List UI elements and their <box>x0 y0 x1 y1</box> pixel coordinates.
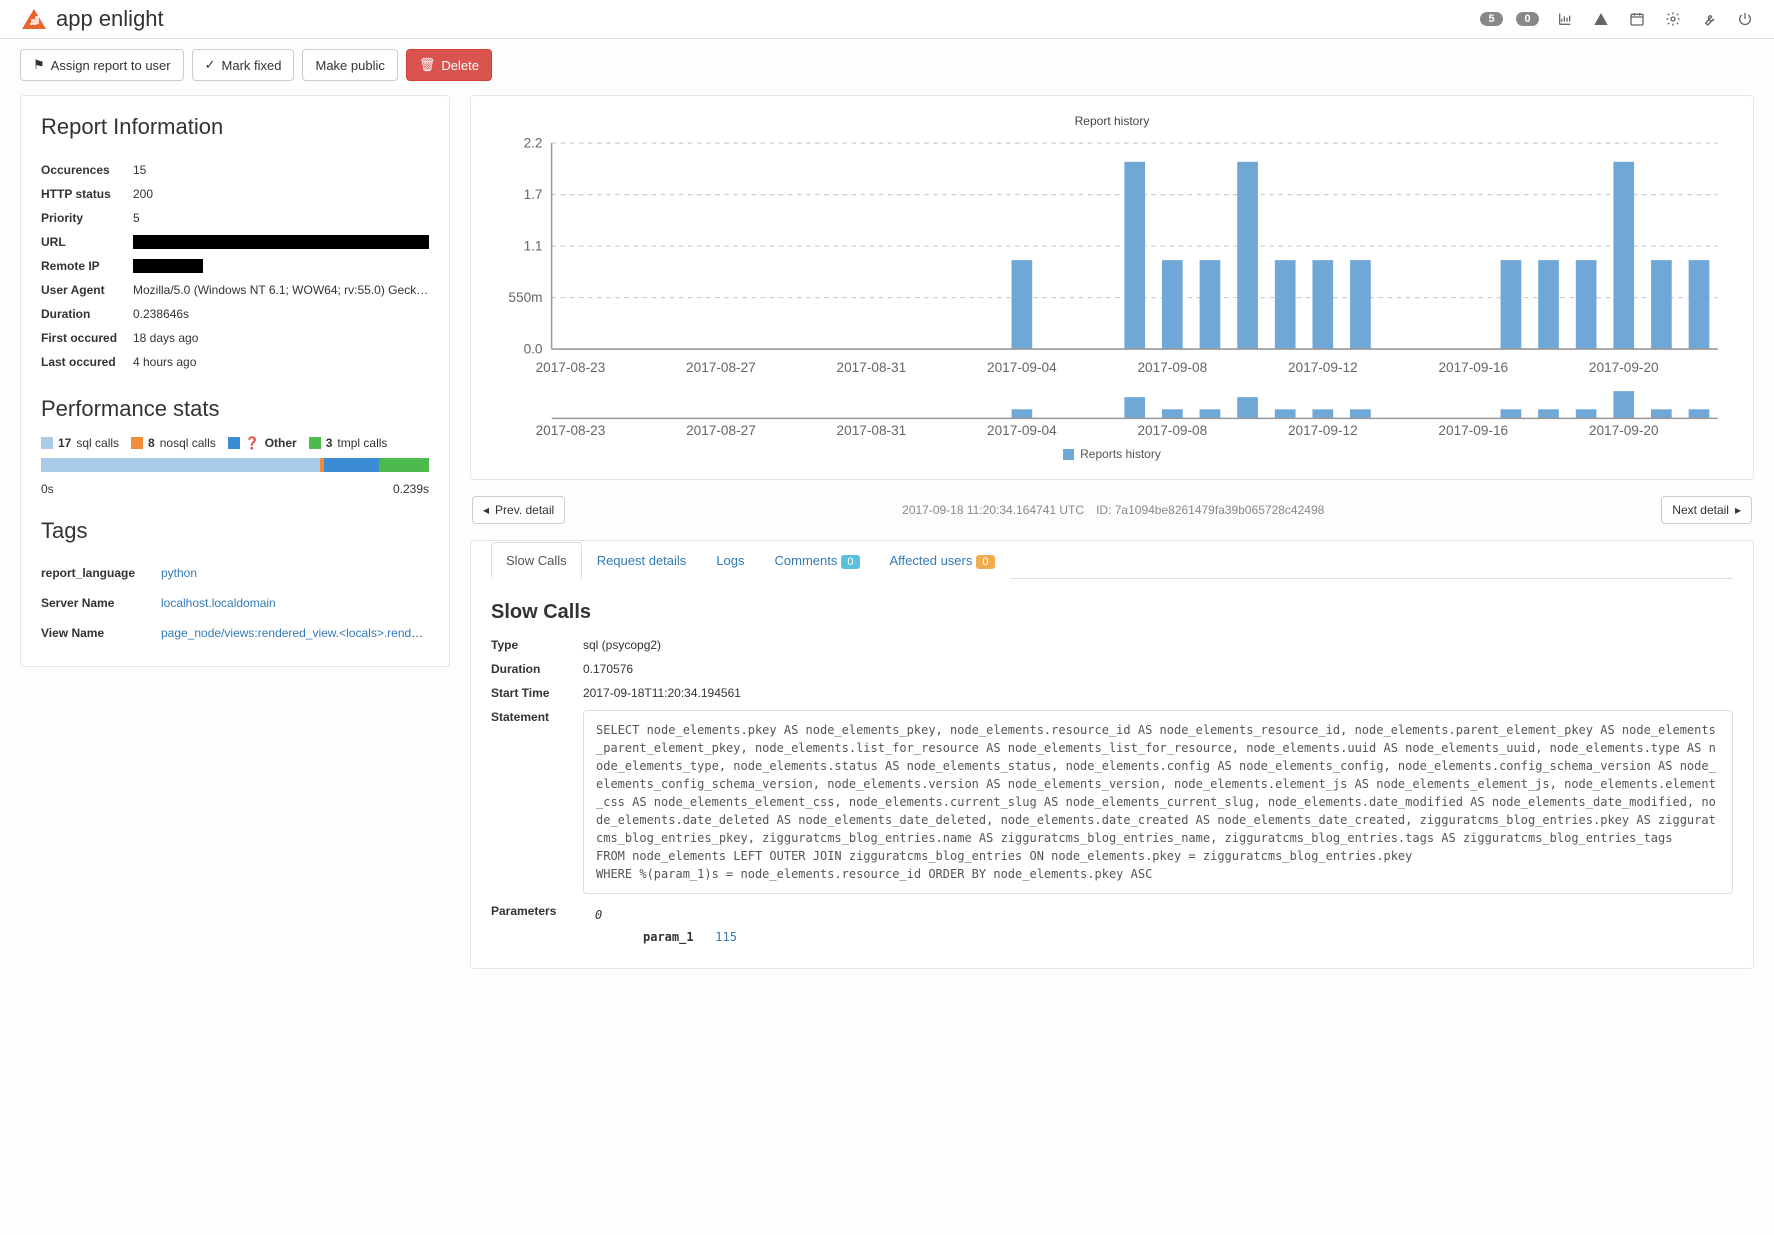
svg-text:2017-09-04: 2017-09-04 <box>987 360 1057 375</box>
tab-slow-calls[interactable]: Slow Calls <box>491 542 582 579</box>
tag-lang-link[interactable]: python <box>161 566 197 580</box>
svg-text:0.0: 0.0 <box>524 342 543 357</box>
report-info-panel: Report Information Occurences15 HTTP sta… <box>20 95 450 667</box>
trash-icon: 🗑 <box>419 57 436 73</box>
brand-text: app enlight <box>56 6 164 32</box>
perf-legend: 17 sql calls 8 nosql calls ❓ Other 3 tmp… <box>41 436 429 450</box>
affected-badge: 0 <box>976 555 994 569</box>
svg-text:2017-09-16: 2017-09-16 <box>1438 423 1508 438</box>
mark-fixed-button[interactable]: ✓Mark fixed <box>192 49 295 81</box>
nosql-swatch <box>131 437 143 449</box>
svg-text:1.7: 1.7 <box>524 187 543 202</box>
calendar-icon[interactable] <box>1628 10 1646 28</box>
delete-button[interactable]: 🗑Delete <box>406 49 492 81</box>
sql-swatch <box>41 437 53 449</box>
other-swatch <box>228 437 240 449</box>
make-public-button[interactable]: Make public <box>302 49 397 81</box>
slow-type: sql (psycopg2) <box>583 638 1733 652</box>
detail-id: 7a1094be8261479fa39b065728c42498 <box>1115 503 1325 517</box>
logo-icon <box>20 7 48 31</box>
svg-text:2017-09-16: 2017-09-16 <box>1438 360 1508 375</box>
check-icon: ✓ <box>205 57 216 73</box>
svg-text:2017-09-20: 2017-09-20 <box>1589 423 1659 438</box>
help-icon: ❓ <box>245 436 260 450</box>
chart-icon[interactable] <box>1556 10 1574 28</box>
mail-badge: 5 <box>1480 12 1502 26</box>
wrench-icon[interactable] <box>1700 10 1718 28</box>
history-brush-chart[interactable]: 2017-08-23 2017-08-27 2017-08-31 2017-09-04… <box>491 379 1733 440</box>
perf-seg-sql <box>41 458 320 472</box>
chevron-right-icon: ▸ <box>1735 503 1741 517</box>
slow-calls-heading: Slow Calls <box>491 601 1733 624</box>
svg-text:2.2: 2.2 <box>524 136 543 151</box>
svg-text:1.1: 1.1 <box>524 239 543 254</box>
tab-comments[interactable]: Comments0 <box>760 542 875 579</box>
svg-text:550m: 550m <box>508 290 542 305</box>
chart-title: Report history <box>491 114 1733 128</box>
perf-bar <box>41 458 429 472</box>
slow-statement: SELECT node_elements.pkey AS node_elemen… <box>583 710 1733 894</box>
tag-server-link[interactable]: localhost.localdomain <box>161 596 276 610</box>
svg-text:2017-09-08: 2017-09-08 <box>1137 423 1207 438</box>
bell-icon[interactable]: 0 <box>1520 10 1538 28</box>
svg-text:2017-09-20: 2017-09-20 <box>1589 360 1659 375</box>
chevron-left-icon: ◂ <box>483 503 489 517</box>
svg-text:2017-09-08: 2017-09-08 <box>1137 360 1207 375</box>
assign-button[interactable]: ⚑Assign report to user <box>20 49 184 81</box>
prev-detail-button[interactable]: ◂ Prev. detail <box>472 496 565 524</box>
bell-badge: 0 <box>1516 12 1538 26</box>
detail-ts: 2017-09-18 11:20:34.164741 UTC <box>902 503 1084 517</box>
report-info-title: Report Information <box>41 114 429 140</box>
perf-seg-other <box>324 458 378 472</box>
history-chart-panel: Report history 0.0 550m 1.1 1.7 2.2 2017-08-2… <box>470 95 1754 480</box>
perf-title: Performance stats <box>41 396 429 422</box>
tab-request-details[interactable]: Request details <box>582 542 702 579</box>
param-value-link[interactable]: 115 <box>715 930 737 944</box>
warning-icon[interactable] <box>1592 10 1610 28</box>
tab-logs[interactable]: Logs <box>701 542 759 579</box>
slow-duration: 0.170576 <box>583 662 1733 676</box>
svg-text:2017-09-04: 2017-09-04 <box>987 423 1057 438</box>
tags-title: Tags <box>41 518 429 544</box>
brand-block[interactable]: app enlight <box>20 6 164 32</box>
svg-text:2017-08-31: 2017-08-31 <box>837 423 907 438</box>
slow-start: 2017-09-18T11:20:34.194561 <box>583 686 1733 700</box>
chart-legend: Reports history <box>491 447 1733 461</box>
power-icon[interactable] <box>1736 10 1754 28</box>
tmpl-swatch <box>309 437 321 449</box>
perf-seg-tmpl <box>379 458 429 472</box>
svg-text:2017-08-23: 2017-08-23 <box>536 360 606 375</box>
mail-icon[interactable]: 5 <box>1484 10 1502 28</box>
svg-text:2017-08-27: 2017-08-27 <box>686 360 756 375</box>
svg-text:2017-08-27: 2017-08-27 <box>686 423 756 438</box>
slow-params: 0 param_1 115 <box>583 904 1733 948</box>
flag-icon: ⚑ <box>33 57 45 73</box>
gear-icon[interactable] <box>1664 10 1682 28</box>
slow-calls-panel: Slow Calls Request details Logs Comments… <box>470 540 1754 969</box>
next-detail-button[interactable]: Next detail ▸ <box>1661 496 1752 524</box>
svg-text:2017-08-23: 2017-08-23 <box>536 423 606 438</box>
comments-badge: 0 <box>841 555 859 569</box>
tag-view-link[interactable]: page_node/views:rendered_view.<locals>.r… <box>161 626 429 640</box>
ip-redacted <box>133 259 203 273</box>
history-chart: 0.0 550m 1.1 1.7 2.2 2017-08-23 2017-08-27 2017… <box>491 134 1733 376</box>
tab-affected-users[interactable]: Affected users0 <box>875 542 1010 579</box>
svg-text:2017-08-31: 2017-08-31 <box>837 360 907 375</box>
url-redacted <box>133 235 429 249</box>
svg-text:2017-09-12: 2017-09-12 <box>1288 360 1358 375</box>
svg-text:2017-09-12: 2017-09-12 <box>1288 423 1358 438</box>
